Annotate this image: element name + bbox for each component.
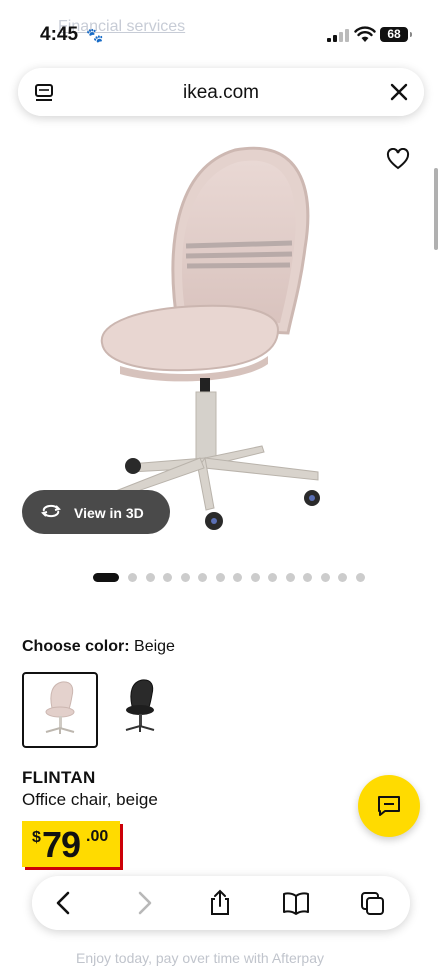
carousel-dot[interactable] (285, 573, 295, 582)
tabs-icon[interactable] (358, 889, 386, 917)
paw-icon: 🐾 (86, 27, 104, 43)
carousel-dot[interactable] (145, 573, 155, 582)
price-decimal: .00 (86, 828, 109, 845)
carousel-dot[interactable] (268, 573, 277, 582)
carousel-dot[interactable] (250, 573, 260, 582)
favorite-heart-icon[interactable] (386, 148, 410, 170)
carousel-dot[interactable] (93, 573, 119, 582)
forward-chevron-icon[interactable] (130, 889, 158, 917)
color-swatch-beige[interactable] (22, 672, 98, 748)
battery-icon: 68 (380, 27, 412, 42)
carousel-dot[interactable] (320, 573, 330, 582)
choose-color-label: Choose color: (22, 638, 130, 655)
carousel-dot[interactable] (198, 573, 207, 582)
carousel-dot[interactable] (233, 573, 242, 582)
close-icon[interactable] (388, 81, 410, 103)
product-name: FLINTAN (22, 768, 96, 787)
black-chair-thumbnail (125, 679, 155, 732)
carousel-dot[interactable] (180, 573, 190, 582)
price-tag: $ 79 .00 (22, 821, 120, 867)
chat-button[interactable] (358, 775, 420, 837)
carousel-dot[interactable] (355, 573, 365, 582)
wifi-icon (354, 26, 376, 42)
price-currency: $ (32, 829, 41, 846)
url-text[interactable]: ikea.com (18, 82, 424, 104)
clock: 4:45 (40, 24, 79, 45)
share-icon[interactable] (206, 889, 234, 917)
bookmarks-book-icon[interactable] (282, 889, 310, 917)
status-bar: Financial services 4:45 🐾 68 (0, 0, 442, 66)
carousel-dot[interactable] (303, 573, 312, 582)
beige-chair-thumbnail (45, 681, 75, 734)
view-in-3d-label: View in 3D (74, 505, 144, 521)
rotate-3d-icon (41, 504, 61, 518)
selected-color-value: Beige (134, 638, 175, 655)
carousel-dot[interactable] (215, 573, 225, 582)
color-swatch-black[interactable] (104, 672, 180, 748)
view-in-3d-button[interactable]: View in 3D (22, 490, 170, 534)
carousel-dot[interactable] (128, 573, 137, 582)
cellular-signal-icon (327, 28, 349, 42)
product-description: Office chair, beige (22, 790, 158, 809)
scroll-indicator (434, 168, 438, 250)
price-integer: 79 (42, 824, 81, 865)
back-chevron-icon[interactable] (50, 889, 78, 917)
chat-icon (378, 796, 400, 816)
afterpay-peek-text: Enjoy today, pay over time with Afterpay (76, 950, 324, 966)
carousel-dot[interactable] (163, 573, 172, 582)
choose-color-row: Choose color: Beige (22, 638, 175, 656)
address-bar[interactable]: ikea.com (18, 68, 424, 116)
browser-toolbar (32, 876, 410, 930)
carousel-dot[interactable] (338, 573, 347, 582)
